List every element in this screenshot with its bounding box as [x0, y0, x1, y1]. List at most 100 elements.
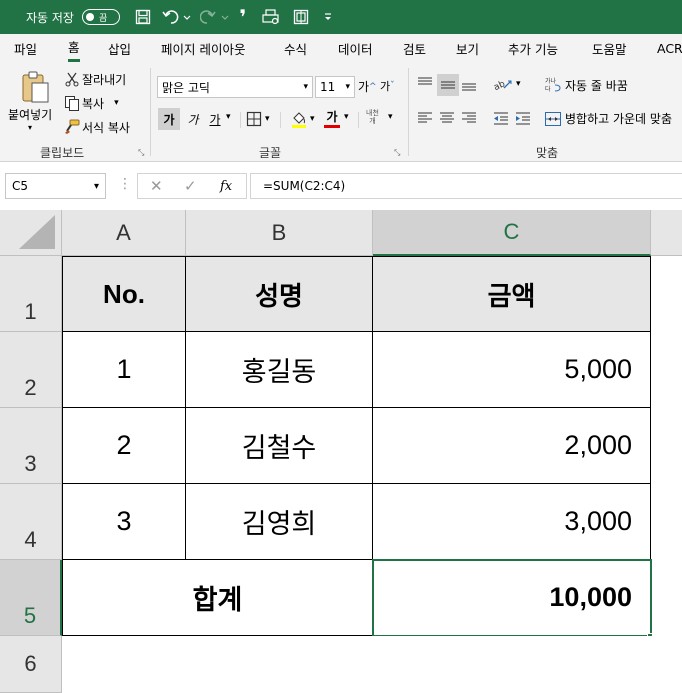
italic-label: 가 [187, 112, 199, 127]
paste-dropdown-icon[interactable]: ▾ [28, 122, 42, 132]
print-preview-icon[interactable] [260, 0, 282, 34]
wrap-text-label: 자동 줄 바꿈 [565, 78, 628, 93]
font-size-combo[interactable]: 11 ▾ [315, 76, 355, 98]
decrease-indent-icon[interactable] [492, 110, 510, 126]
font-size-dropdown-icon: ▾ [345, 82, 350, 92]
redo-icon[interactable] [198, 0, 232, 34]
font-color-label: 가 [326, 110, 338, 124]
paste-button[interactable]: 붙여넣기 [8, 106, 64, 122]
orientation-icon[interactable]: ab ▾ [494, 76, 521, 92]
align-top-icon[interactable] [416, 76, 434, 92]
cell-c4[interactable]: 3,000 [373, 484, 651, 560]
tab-add-ins[interactable]: 추가 기능 [508, 34, 558, 62]
align-center-icon[interactable] [438, 110, 456, 126]
row-header-3[interactable]: 3 [0, 408, 62, 484]
tab-page-layout[interactable]: 페이지 레이아웃 [161, 34, 245, 62]
font-color-button[interactable]: 가 [324, 108, 340, 128]
cell-a4[interactable]: 3 [62, 484, 186, 560]
align-bottom-icon[interactable] [460, 76, 478, 92]
insert-function-icon[interactable]: fx [220, 179, 232, 194]
borders-icon[interactable]: ▾ [246, 111, 270, 127]
menu-bar: 파일 홈 삽입 페이지 레이아웃 수식 데이터 검토 보기 추가 기능 도움말 … [0, 34, 682, 62]
ribbon-separator [408, 68, 409, 156]
font-launcher-icon[interactable]: ⤡ [394, 148, 400, 158]
select-all-button[interactable] [0, 210, 62, 256]
grow-font-button[interactable]: 가 ^ [358, 78, 377, 95]
autosave-toggle[interactable]: 끔 [82, 9, 120, 25]
paste-icon[interactable] [20, 70, 50, 104]
wrap-text-button[interactable]: 가나 다 자동 줄 바꿈 [544, 76, 628, 94]
align-right-icon[interactable] [460, 110, 478, 126]
cell-b3[interactable]: 김철수 [186, 408, 373, 484]
cell-c1[interactable]: 금액 [373, 256, 651, 332]
phonetic-dropdown-icon[interactable]: ▾ [388, 112, 393, 122]
column-header-a[interactable]: A [62, 210, 186, 256]
align-left-icon[interactable] [416, 110, 434, 126]
row-header-1[interactable]: 1 [0, 256, 62, 332]
font-color-swatch [324, 125, 340, 128]
row-header-4[interactable]: 4 [0, 484, 62, 560]
format-painter-button[interactable]: 서식 복사 [64, 118, 130, 136]
font-group-label: 글꼴 [259, 146, 282, 160]
tab-view[interactable]: 보기 [456, 34, 479, 62]
copy-dropdown-icon[interactable]: ▾ [114, 98, 119, 108]
bold-button[interactable]: 가 [158, 108, 180, 130]
cell-b4[interactable]: 김영희 [186, 484, 373, 560]
tab-file[interactable]: 파일 [14, 34, 37, 62]
underline-dropdown-icon[interactable]: ▾ [226, 112, 231, 122]
align-middle-icon[interactable] [437, 74, 459, 96]
enter-icon[interactable]: ✓ [184, 177, 197, 195]
cell-b1[interactable]: 성명 [186, 256, 373, 332]
font-color-dropdown-icon[interactable]: ▾ [344, 112, 349, 122]
underline-button[interactable]: 가 [206, 108, 224, 130]
increase-indent-icon[interactable] [514, 110, 532, 126]
row-header-6[interactable]: 6 [0, 636, 62, 693]
cell-a2[interactable]: 1 [62, 332, 186, 408]
phonetic-guide-button[interactable]: 내천 개 [366, 109, 379, 125]
tab-formulas[interactable]: 수식 [284, 34, 307, 62]
cell-c3[interactable]: 2,000 [373, 408, 651, 484]
alignment-group-label: 맞춤 [536, 146, 559, 160]
frame-icon[interactable] [290, 0, 312, 34]
tab-review[interactable]: 검토 [403, 34, 426, 62]
row-header-2[interactable]: 2 [0, 332, 62, 408]
cell-a1[interactable]: No. [62, 256, 186, 332]
comma-style-icon[interactable]: ❜ [236, 0, 250, 34]
tab-help[interactable]: 도움말 [592, 34, 627, 62]
cancel-icon[interactable]: ✕ [150, 177, 163, 195]
tab-data[interactable]: 데이터 [338, 34, 373, 62]
cell-b2[interactable]: 홍길동 [186, 332, 373, 408]
undo-icon[interactable] [160, 0, 194, 34]
ribbon-separator [240, 112, 241, 128]
row-header-5[interactable]: 5 [0, 560, 62, 636]
font-name-combo[interactable]: 맑은 고딕 ▾ [157, 76, 313, 98]
column-header-d[interactable] [651, 210, 682, 256]
cell-a3[interactable]: 2 [62, 408, 186, 484]
name-box-dropdown-icon: ▾ [93, 180, 99, 192]
font-size-value: 11 [320, 80, 336, 94]
shrink-font-button[interactable]: 가ˇ [380, 78, 395, 94]
svg-text:가나: 가나 [545, 77, 557, 85]
cut-button[interactable]: 잘라내기 [64, 70, 126, 88]
clipboard-launcher-icon[interactable]: ⤡ [138, 148, 144, 158]
copy-button[interactable]: 복사 ▾ [64, 94, 119, 112]
save-icon[interactable] [132, 0, 154, 34]
column-header-b[interactable]: B [186, 210, 373, 256]
tab-home[interactable]: 홈 [68, 34, 80, 62]
clipboard-group-label: 클립보드 [40, 146, 85, 160]
cell-c2[interactable]: 5,000 [373, 332, 651, 408]
formula-input[interactable]: =SUM(C2:C4) [250, 173, 682, 199]
fill-color-icon[interactable]: ▾ [290, 110, 315, 128]
tab-acrobat[interactable]: ACR [657, 34, 682, 62]
empty-row-6[interactable] [62, 636, 682, 693]
name-box[interactable]: C5 ▾ [5, 173, 106, 199]
dropdown-arrow-icon[interactable] [320, 0, 336, 34]
merge-center-button[interactable]: 병합하고 가운데 맞춤 [544, 110, 672, 127]
cell-c5[interactable]: 10,000 [373, 560, 651, 636]
italic-button[interactable]: 가 [184, 108, 202, 130]
underline-label: 가 [209, 112, 221, 127]
column-header-c[interactable]: C [373, 210, 651, 256]
cell-a5-merged[interactable]: 합계 [62, 560, 373, 636]
tab-insert[interactable]: 삽입 [108, 34, 131, 62]
copy-label: 복사 [82, 96, 105, 111]
